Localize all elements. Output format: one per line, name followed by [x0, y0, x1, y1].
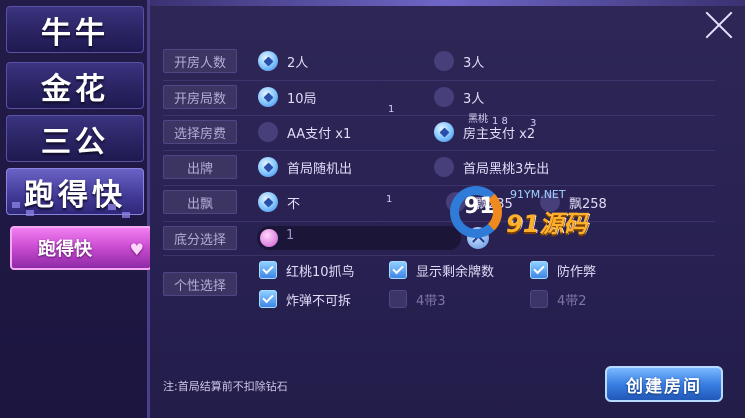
pixel-decoration	[122, 212, 130, 218]
label-first-play: 出牌	[163, 155, 237, 179]
stray-text: 1	[386, 194, 393, 205]
divider	[163, 221, 715, 222]
game-tab-sangong[interactable]: 三公	[6, 115, 144, 162]
divider	[163, 115, 715, 116]
stray-text: 3	[530, 118, 537, 129]
option-2-players[interactable]: 2人	[258, 49, 308, 73]
radio-selected-icon	[434, 122, 454, 142]
stray-text: 黑桃	[468, 114, 488, 125]
checkbox-checked-icon	[530, 261, 548, 279]
option-rounds-2[interactable]: 3人	[434, 85, 484, 109]
stray-text: 1 8	[492, 116, 508, 127]
watermark-logo: 91 91YM.NET 91源码	[450, 186, 610, 242]
checkbox-checked-icon	[259, 290, 277, 308]
stray-text: 1	[388, 104, 395, 115]
slider-knob[interactable]	[260, 229, 278, 247]
check-label: 防作弊	[557, 264, 597, 280]
game-sidebar: 牛牛 金花 三公 跑得快 跑得快 ♥	[0, 0, 152, 418]
label-rounds: 开房局数	[163, 85, 237, 109]
label-personal: 个性选择	[163, 272, 237, 296]
base-score-value: 1	[286, 228, 295, 243]
option-label: 3人	[463, 55, 485, 71]
radio-selected-icon	[258, 51, 278, 71]
game-tab-paodekuai[interactable]: 跑得快	[6, 168, 144, 215]
check-label: 炸弹不可拆	[286, 293, 352, 309]
divider	[163, 80, 715, 81]
radio-selected-icon	[258, 157, 278, 177]
option-label: 不	[287, 196, 301, 212]
option-aa-pay[interactable]: AA支付 x1	[258, 120, 351, 144]
check-show-cards-left[interactable]: 显示剩余牌数	[389, 258, 494, 282]
check-hearts10-bird[interactable]: 红桃10抓鸟	[259, 258, 355, 282]
create-room-button[interactable]: 创建房间	[605, 366, 723, 402]
option-spade3-first[interactable]: 首局黑桃3先出	[434, 155, 549, 179]
checkbox-checked-icon	[389, 261, 407, 279]
create-room-panel: 开房人数 2人 3人 开房局数 10局 3人 选择房费 AA支付 x1 房主支付…	[150, 0, 745, 418]
check-anti-cheat[interactable]: 防作弊	[530, 258, 596, 282]
check-label: 4带3	[416, 293, 446, 309]
option-random-first[interactable]: 首局随机出	[258, 155, 352, 179]
radio-selected-icon	[258, 192, 278, 212]
radio-icon	[434, 157, 454, 177]
pixel-decoration	[108, 204, 116, 210]
mode-tab-paodekuai[interactable]: 跑得快 ♥	[10, 226, 152, 270]
check-four-with-three[interactable]: 4带3	[389, 287, 446, 311]
pixel-decoration	[26, 210, 34, 216]
option-label: 首局随机出	[287, 161, 353, 177]
option-label: 首局黑桃3先出	[463, 161, 550, 177]
checkbox-checked-icon	[259, 261, 277, 279]
checkbox-icon	[530, 290, 548, 308]
checkbox-icon	[389, 290, 407, 308]
option-label: 3人	[463, 91, 485, 107]
check-label: 红桃10抓鸟	[286, 264, 355, 280]
check-four-with-two[interactable]: 4带2	[530, 287, 587, 311]
watermark-brand: 91源码	[506, 210, 588, 238]
game-tab-niuniu[interactable]: 牛牛	[6, 6, 144, 53]
check-bomb-unsplittable[interactable]: 炸弹不可拆	[259, 287, 351, 311]
label-fee: 选择房费	[163, 120, 237, 144]
divider	[163, 150, 715, 151]
watermark-number: 91	[464, 194, 495, 219]
radio-icon	[434, 87, 454, 107]
option-label: AA支付 x1	[287, 126, 352, 142]
radio-icon	[258, 122, 278, 142]
option-10-rounds[interactable]: 10局	[258, 85, 317, 109]
radio-icon	[434, 51, 454, 71]
option-no-piao[interactable]: 不	[258, 190, 300, 214]
radio-selected-icon	[258, 87, 278, 107]
heart-icon: ♥	[129, 240, 144, 259]
pixel-decoration	[12, 202, 20, 208]
watermark-url: 91YM.NET	[510, 188, 566, 201]
game-tab-jinhua[interactable]: 金花	[6, 62, 144, 109]
diamond-note: 注:首局结算前不扣除钻石	[163, 380, 288, 393]
check-label: 4带2	[557, 293, 587, 309]
option-label: 2人	[287, 55, 309, 71]
divider	[163, 185, 715, 186]
option-3-players[interactable]: 3人	[434, 49, 484, 73]
divider	[163, 255, 715, 256]
option-label: 10局	[287, 91, 317, 107]
label-players: 开房人数	[163, 49, 237, 73]
label-base-score: 底分选择	[163, 226, 237, 250]
label-piao: 出飘	[163, 190, 237, 214]
close-icon[interactable]	[703, 10, 733, 40]
mode-tab-label: 跑得快	[38, 239, 92, 260]
check-label: 显示剩余牌数	[416, 264, 495, 280]
